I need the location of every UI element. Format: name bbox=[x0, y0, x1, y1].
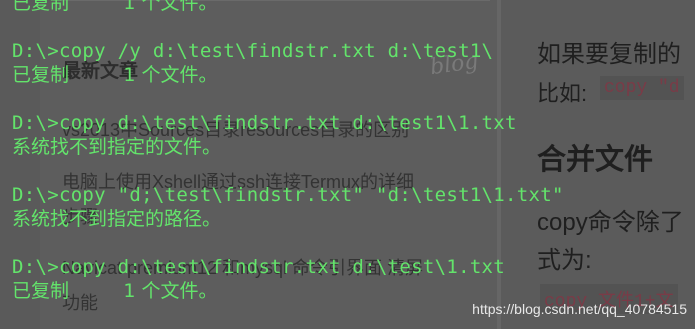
csdn-url-watermark: https://blog.csdn.net/qq_40784515 bbox=[472, 301, 687, 317]
merge-files-heading: 合并文件 bbox=[537, 144, 654, 176]
article-line-2-prefix: 比如: bbox=[537, 81, 588, 106]
console-line: 已复制 1 个文件。 bbox=[12, 0, 218, 14]
article-line-2: 比如: bbox=[537, 76, 587, 108]
console-line: D:\>copy d:\test\findstr.txt d:\test1\1.… bbox=[12, 112, 517, 134]
console-line: 系统找不到指定的路径。 bbox=[12, 208, 222, 230]
console-line: 已复制 1 个文件。 bbox=[12, 64, 218, 86]
console-line: D:\>copy /y d:\test\findstr.txt d:\test1… bbox=[12, 40, 494, 62]
console-line: 已复制 1 个文件。 bbox=[12, 280, 218, 302]
inline-code-copy: copy "d bbox=[600, 76, 684, 100]
console-line: D:\>copy d:\test\findstr.txt d:\test\1.t… bbox=[12, 256, 506, 278]
console-line: D:\>copy "d;\test\findstr.txt" "d:\test1… bbox=[12, 184, 564, 206]
article-line-1: 如果要复制的 bbox=[537, 41, 681, 68]
article-para-1: copy命令除了 bbox=[537, 209, 684, 236]
article-para-2: 式为: bbox=[537, 247, 592, 274]
console-line: 系统找不到指定的文件。 bbox=[12, 136, 222, 158]
